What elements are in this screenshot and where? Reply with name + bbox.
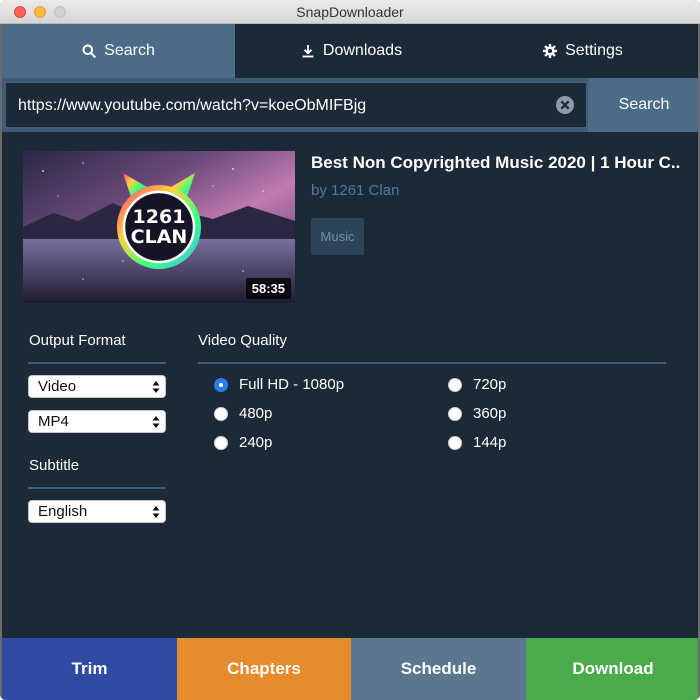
subtitle-value: English xyxy=(38,503,88,520)
url-input[interactable] xyxy=(16,83,550,129)
video-thumbnail[interactable]: 1261 CLAN 58:35 xyxy=(23,151,295,303)
radio-button[interactable] xyxy=(448,435,462,450)
format-type-value: Video xyxy=(38,378,77,395)
container-format-select[interactable]: MP4 xyxy=(28,410,166,433)
gear-icon xyxy=(543,44,558,58)
format-type-select[interactable]: Video xyxy=(28,375,166,398)
app-window: SnapDownloader Search Downloads Settings xyxy=(0,0,700,700)
quality-option-label: 360p xyxy=(473,405,507,422)
quality-option-label: 720p xyxy=(473,376,507,393)
tab-downloads[interactable]: Downloads xyxy=(235,24,468,78)
tab-settings-label: Settings xyxy=(565,42,623,59)
thumbnail-logo-line1: 1261 xyxy=(133,206,186,228)
radio-button[interactable] xyxy=(448,377,462,392)
download-icon xyxy=(302,45,314,58)
video-quality-label: Video Quality xyxy=(198,332,287,349)
quality-option-240p[interactable]: 240p xyxy=(214,434,272,451)
select-arrows-icon xyxy=(152,416,160,428)
quality-option-480p[interactable]: 480p xyxy=(214,405,272,422)
tab-downloads-label: Downloads xyxy=(322,42,403,59)
subtitle-label: Subtitle xyxy=(29,457,80,474)
output-format-divider xyxy=(28,362,166,364)
container-format-value: MP4 xyxy=(38,413,69,430)
video-quality-divider xyxy=(198,362,666,364)
window-border-left xyxy=(0,24,2,700)
quality-option-label: 144p xyxy=(473,434,507,451)
chapters-button[interactable]: Chapters xyxy=(177,638,351,700)
quality-option-144p[interactable]: 144p xyxy=(448,434,506,451)
radio-button[interactable] xyxy=(448,406,462,421)
url-field-container xyxy=(6,83,586,129)
quality-option-label: 240p xyxy=(239,434,273,451)
select-arrows-icon xyxy=(152,381,160,393)
quality-option-label: 480p xyxy=(239,405,273,422)
video-tag: Music xyxy=(311,218,364,255)
tab-settings[interactable]: Settings xyxy=(468,24,698,78)
video-title: Best Non Copyrighted Music 2020 | 1 Hour… xyxy=(311,153,681,172)
schedule-button[interactable]: Schedule xyxy=(351,638,526,700)
url-bar: Search xyxy=(0,78,700,132)
title-bar: SnapDownloader xyxy=(0,0,700,24)
radio-button[interactable] xyxy=(214,406,228,421)
quality-option-1080p[interactable]: Full HD - 1080p xyxy=(214,376,344,393)
main-tabs: Search Downloads Settings xyxy=(0,24,700,78)
output-format-label: Output Format xyxy=(29,332,126,349)
quality-option-360p[interactable]: 360p xyxy=(448,405,506,422)
quality-option-720p[interactable]: 720p xyxy=(448,376,506,393)
window-title: SnapDownloader xyxy=(296,4,404,20)
download-button[interactable]: Download xyxy=(526,638,700,700)
radio-button[interactable] xyxy=(214,377,228,392)
radio-button[interactable] xyxy=(214,435,228,450)
trim-button[interactable]: Trim xyxy=(2,638,177,700)
search-button[interactable]: Search xyxy=(588,78,700,132)
video-author[interactable]: by 1261 Clan xyxy=(311,182,399,199)
subtitle-divider xyxy=(28,487,166,489)
clear-icon[interactable] xyxy=(555,95,575,115)
tab-search[interactable]: Search xyxy=(2,24,235,78)
thumbnail-logo-line2: CLAN xyxy=(131,226,188,248)
tab-search-label: Search xyxy=(104,42,155,59)
quality-option-label: Full HD - 1080p xyxy=(239,376,345,393)
video-duration: 58:35 xyxy=(245,278,291,299)
subtitle-select[interactable]: English xyxy=(28,500,166,523)
select-arrows-icon xyxy=(152,506,160,518)
search-icon xyxy=(82,44,96,58)
